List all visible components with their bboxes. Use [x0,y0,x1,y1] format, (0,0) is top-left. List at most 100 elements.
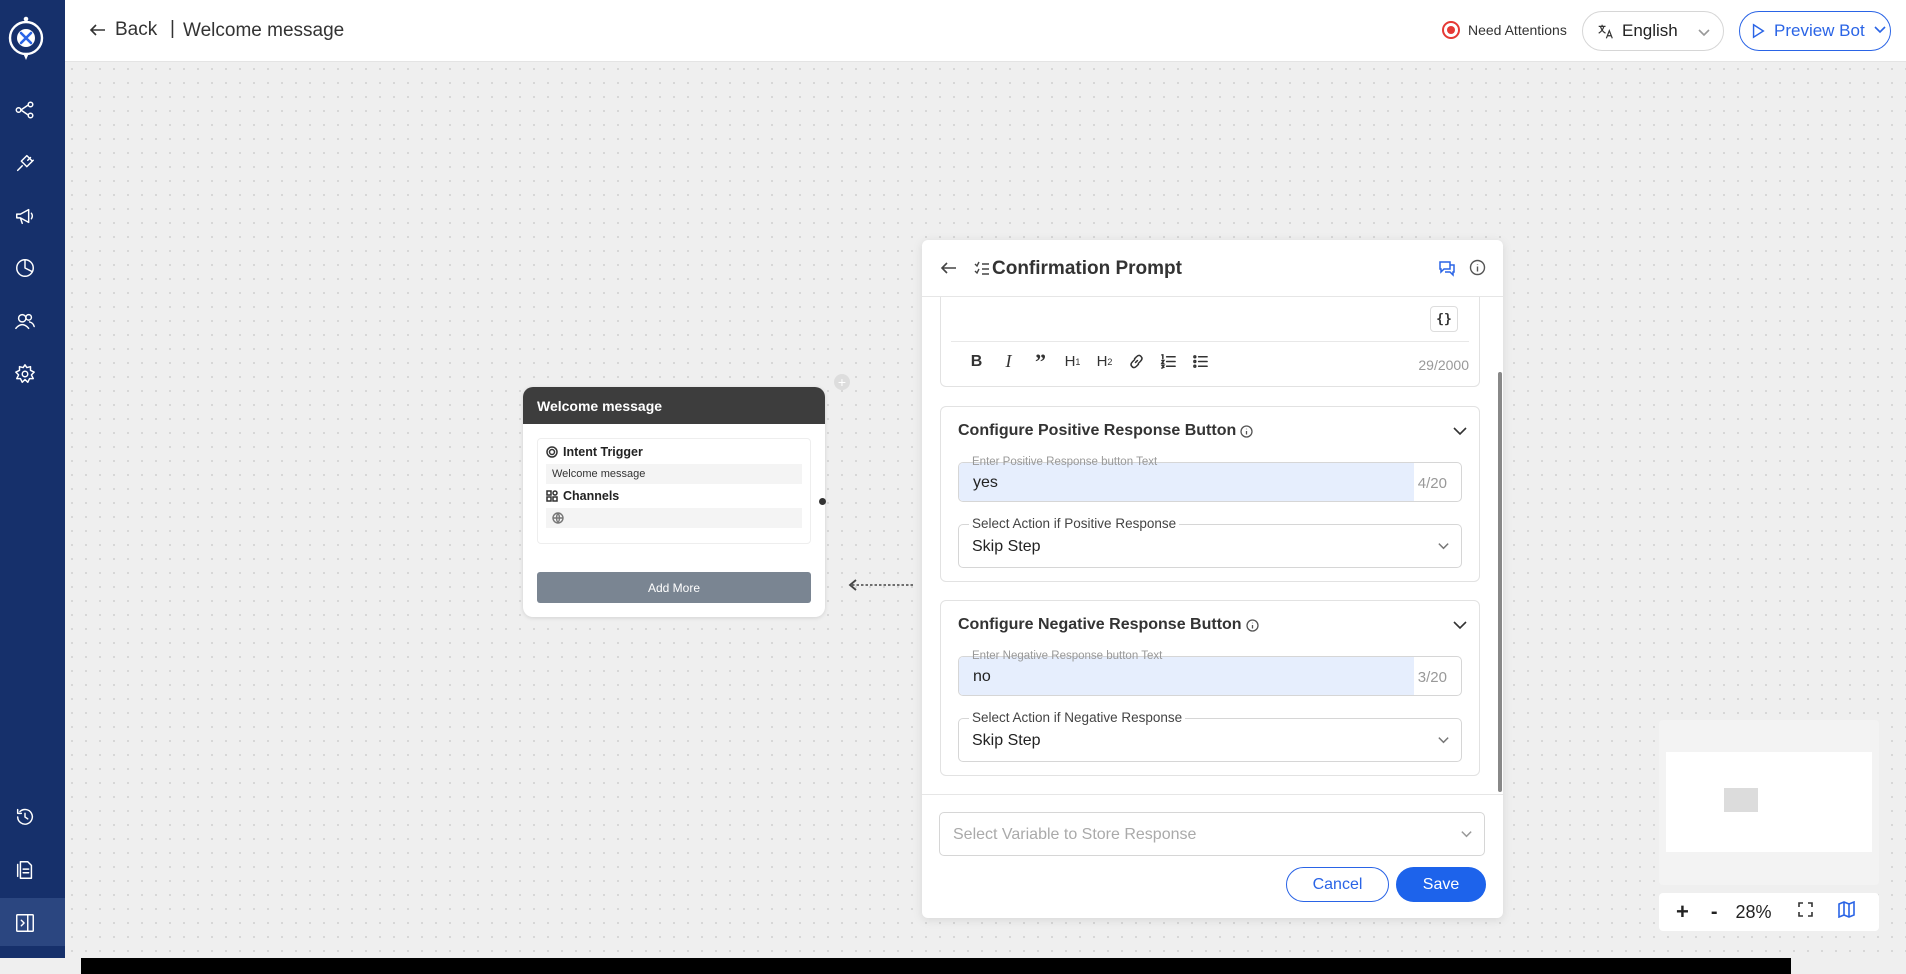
positive-section-title: Configure Positive Response Button [958,422,1253,440]
positive-section-label: Configure Positive Response Button [958,422,1237,439]
store-variable-select[interactable]: Select Variable to Store Response [939,812,1485,856]
top-header: Back | Welcome message Need Attentions E… [65,0,1906,62]
channels-value [546,508,802,528]
alert-icon [1442,21,1460,39]
channels-label: Channels [563,489,620,503]
negative-response-section: Configure Negative Response Button Enter… [940,600,1480,776]
negative-action-select[interactable]: Select Action if Negative Response Skip … [958,710,1462,762]
negative-select-value: Skip Step [972,732,1041,749]
panel-footer-divider [922,794,1503,795]
info-icon[interactable] [1240,424,1253,438]
info-icon[interactable] [1245,618,1259,632]
minimap-node [1724,788,1758,812]
positive-select-value: Skip Step [972,538,1041,555]
broadcast-icon[interactable] [12,203,38,229]
positive-input-counter: 4/20 [1417,475,1447,492]
info-icon[interactable] [1469,259,1486,281]
positive-text-input[interactable]: Enter Positive Response button Text yes … [958,456,1462,502]
minimap-toggle-icon[interactable] [1837,900,1855,923]
channels-icon [546,490,558,502]
panel-back-icon[interactable] [940,259,958,282]
intent-trigger-value: Welcome message [546,464,802,484]
node-title: Welcome message [523,387,825,424]
minimap-viewport [1666,752,1872,852]
channels-row: Channels [546,489,802,503]
editor-toolbar: B I ” H1 H2 [967,349,1210,374]
ordered-list-icon[interactable] [1159,352,1178,371]
positive-input-value: yes [973,474,998,491]
editor-divider [951,341,1469,342]
minimap[interactable] [1659,720,1879,885]
connector-arrow [848,579,914,591]
need-attentions-label: Need Attentions [1468,22,1567,38]
message-char-counter: 29/2000 [1418,357,1469,373]
need-attentions-button[interactable]: Need Attentions [1442,21,1567,39]
cancel-button[interactable]: Cancel [1286,867,1389,902]
positive-action-select[interactable]: Select Action if Positive Response Skip … [958,516,1462,568]
insert-variable-button[interactable]: {} [1430,306,1458,332]
language-select[interactable]: English [1582,11,1724,51]
negative-select-label: Select Action if Negative Response [969,710,1186,725]
negative-input-counter: 3/20 [1417,669,1447,686]
chevron-down-icon [1437,539,1450,557]
back-button[interactable]: Back [89,19,157,41]
italic-icon[interactable]: I [999,351,1018,371]
heading1-icon[interactable]: H1 [1063,352,1082,371]
preview-bot-label: Preview Bot [1774,21,1865,40]
positive-select-label: Select Action if Positive Response [969,516,1180,531]
link-icon[interactable] [1127,352,1146,371]
negative-text-input[interactable]: Enter Negative Response button Text no 3… [958,650,1462,696]
zoom-controls: + - 28% [1659,893,1879,931]
chevron-down-icon [1437,733,1450,751]
settings-icon[interactable] [12,361,38,387]
arrow-left-icon [89,24,105,36]
zoom-in-button[interactable]: + [1676,899,1689,925]
checklist-icon [974,261,990,282]
message-editor[interactable]: {} B I ” H1 H2 29/2000 [940,297,1480,387]
intent-trigger-row: Intent Trigger [546,445,802,459]
bold-icon[interactable]: B [967,352,986,371]
panel-title: Confirmation Prompt [992,258,1182,279]
play-icon [1752,23,1765,39]
back-label: Back [115,19,158,40]
zoom-out-button[interactable]: - [1711,901,1718,924]
language-label: English [1622,21,1678,40]
collapse-icon[interactable] [12,910,38,936]
chevron-down-icon [1460,827,1473,845]
preview-bot-button[interactable]: Preview Bot [1739,11,1891,51]
heading2-icon[interactable]: H2 [1095,352,1114,371]
page-title: Welcome message [183,20,345,41]
node-output-port[interactable] [819,498,826,505]
add-more-button[interactable]: Add More [537,572,811,603]
flow-icon[interactable] [12,97,38,123]
negative-input-label: Enter Negative Response button Text [972,650,1163,662]
bullet-list-icon[interactable] [1191,352,1210,371]
docs-icon[interactable] [12,857,38,883]
save-button[interactable]: Save [1396,867,1486,902]
chevron-down-icon[interactable] [1452,423,1468,444]
panel-scrollbar[interactable] [1498,372,1502,792]
node-body: Intent Trigger Welcome message Channels [537,438,811,544]
intent-trigger-label: Intent Trigger [563,445,643,459]
positive-input-label: Enter Positive Response button Text [972,456,1158,468]
integrations-icon[interactable] [12,150,38,176]
negative-section-title: Configure Negative Response Button [958,616,1259,634]
chevron-down-icon[interactable] [1452,617,1468,638]
fit-view-icon[interactable] [1797,901,1814,923]
analytics-icon[interactable] [12,255,38,281]
chat-icon[interactable] [1438,259,1456,282]
confirmation-prompt-panel: Confirmation Prompt {} B I ” H1 H2 29/20… [922,240,1503,918]
translate-icon [1598,24,1613,39]
flow-node-welcome[interactable]: Welcome message Intent Trigger Welcome m… [523,387,825,617]
chevron-down-icon [1873,21,1887,41]
positive-response-section: Configure Positive Response Button Enter… [940,406,1480,582]
app-logo[interactable] [7,14,45,64]
add-node-icon[interactable]: + [834,374,850,390]
negative-section-label: Configure Negative Response Button [958,616,1242,633]
target-icon [546,446,558,458]
zoom-level: 28% [1735,901,1772,922]
quote-icon[interactable]: ” [1031,349,1050,374]
history-icon[interactable] [12,804,38,830]
bottom-bar [81,958,1791,974]
users-icon[interactable] [12,308,38,334]
